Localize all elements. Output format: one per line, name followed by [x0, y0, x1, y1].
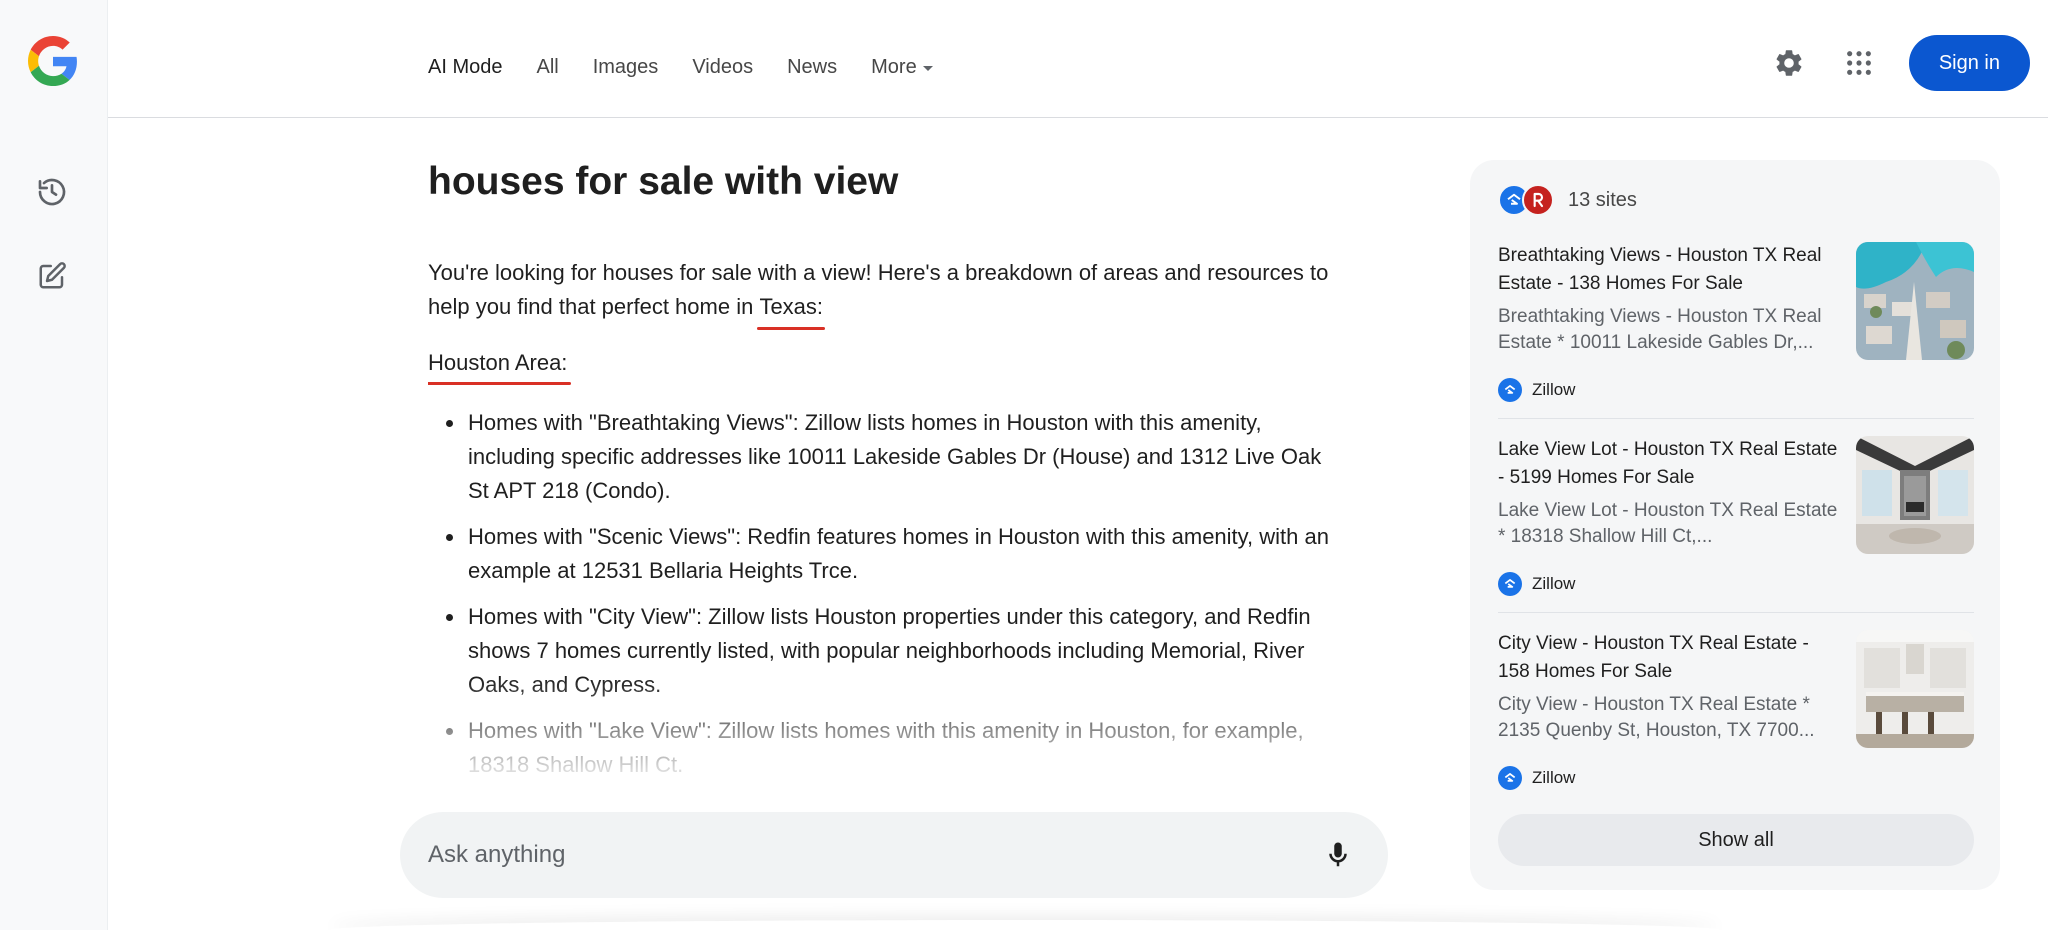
ai-answer: houses for sale with view You're looking…: [428, 118, 1368, 808]
query-heading: houses for sale with view: [428, 160, 899, 203]
ask-input[interactable]: [428, 841, 1316, 869]
search-tabs: AI Mode All Images Videos News More: [428, 56, 933, 79]
source-card-site: Zillow: [1498, 766, 1575, 790]
tab-more[interactable]: More: [871, 56, 933, 79]
ask-bar: [400, 812, 1388, 898]
left-rail: [0, 0, 108, 930]
source-name: Zillow: [1532, 768, 1576, 787]
card-divider: [1498, 418, 1974, 419]
tab-ai-mode[interactable]: AI Mode: [428, 56, 502, 79]
source-favicons: [1498, 184, 1558, 216]
bottom-shadow: [330, 920, 1720, 930]
tab-more-label: More: [871, 56, 917, 78]
source-card-thumbnail: [1856, 436, 1974, 554]
section-title: Houston Area:: [428, 350, 572, 385]
source-card[interactable]: City View - Houston TX Real Estate - 158…: [1498, 630, 1974, 812]
history-button[interactable]: [32, 172, 72, 212]
tab-videos[interactable]: Videos: [692, 56, 753, 79]
tab-news[interactable]: News: [787, 56, 837, 79]
settings-button[interactable]: [1769, 43, 1809, 83]
card-divider: [1498, 612, 1974, 613]
list-item: Homes with "Lake View": Zillow lists hom…: [446, 714, 1348, 782]
tab-all[interactable]: All: [536, 56, 558, 79]
header-actions: Sign in: [1769, 35, 2030, 91]
source-card-snippet: Lake View Lot - Houston TX Real Estate *…: [1498, 500, 1838, 547]
source-card-site: Zillow: [1498, 572, 1575, 596]
intro-text: You're looking for houses for sale with …: [428, 260, 1329, 319]
caret-down-icon: [922, 66, 933, 71]
zillow-icon: [1498, 766, 1522, 790]
source-card-snippet: City View - Houston TX Real Estate * 213…: [1498, 694, 1815, 741]
intro-highlight: Texas:: [757, 290, 825, 330]
source-name: Zillow: [1532, 574, 1576, 593]
sources-panel: 13 sites Breathtaking Views - Houston TX…: [1470, 160, 2000, 890]
gear-icon: [1776, 50, 1802, 76]
answer-intro: You're looking for houses for sale with …: [428, 256, 1368, 330]
list-item: Homes with "Scenic Views": Redfin featur…: [446, 520, 1348, 588]
source-card-thumbnail: [1856, 630, 1974, 748]
source-card-thumbnail: [1856, 242, 1974, 360]
sites-count: 13 sites: [1568, 188, 1637, 211]
redfin-icon: [1522, 184, 1554, 216]
show-all-button[interactable]: Show all: [1498, 814, 1974, 866]
voice-search-button[interactable]: [1316, 833, 1360, 877]
microphone-icon: [1329, 842, 1347, 867]
sources-header[interactable]: 13 sites: [1498, 184, 1637, 216]
list-item: Homes with "Breathtaking Views": Zillow …: [446, 406, 1348, 508]
zillow-icon: [1498, 378, 1522, 402]
source-card[interactable]: Breathtaking Views - Houston TX Real Est…: [1498, 242, 1974, 424]
list-item: Homes with "City View": Zillow lists Hou…: [446, 600, 1348, 702]
google-logo-icon[interactable]: [28, 36, 78, 86]
top-header: AI Mode All Images Videos News More Sign…: [108, 0, 2048, 118]
apps-button[interactable]: [1839, 43, 1879, 83]
sign-in-button[interactable]: Sign in: [1908, 35, 2030, 91]
source-card-title: City View - Houston TX Real Estate - 158…: [1498, 633, 1809, 682]
apps-grid-icon: [1846, 51, 1871, 75]
source-card-site: Zillow: [1498, 378, 1575, 402]
tab-images[interactable]: Images: [593, 56, 659, 79]
new-chat-button[interactable]: [32, 256, 72, 296]
history-icon: [38, 178, 66, 206]
edit-icon: [39, 262, 66, 289]
answer-list: Homes with "Breathtaking Views": Zillow …: [446, 406, 1348, 794]
source-card-snippet: Breathtaking Views - Houston TX Real Est…: [1498, 306, 1822, 353]
source-name: Zillow: [1532, 380, 1576, 399]
zillow-icon: [1498, 572, 1522, 596]
source-card[interactable]: Lake View Lot - Houston TX Real Estate -…: [1498, 436, 1974, 618]
source-card-title: Lake View Lot - Houston TX Real Estate -…: [1498, 439, 1838, 488]
source-card-title: Breathtaking Views - Houston TX Real Est…: [1498, 245, 1822, 294]
